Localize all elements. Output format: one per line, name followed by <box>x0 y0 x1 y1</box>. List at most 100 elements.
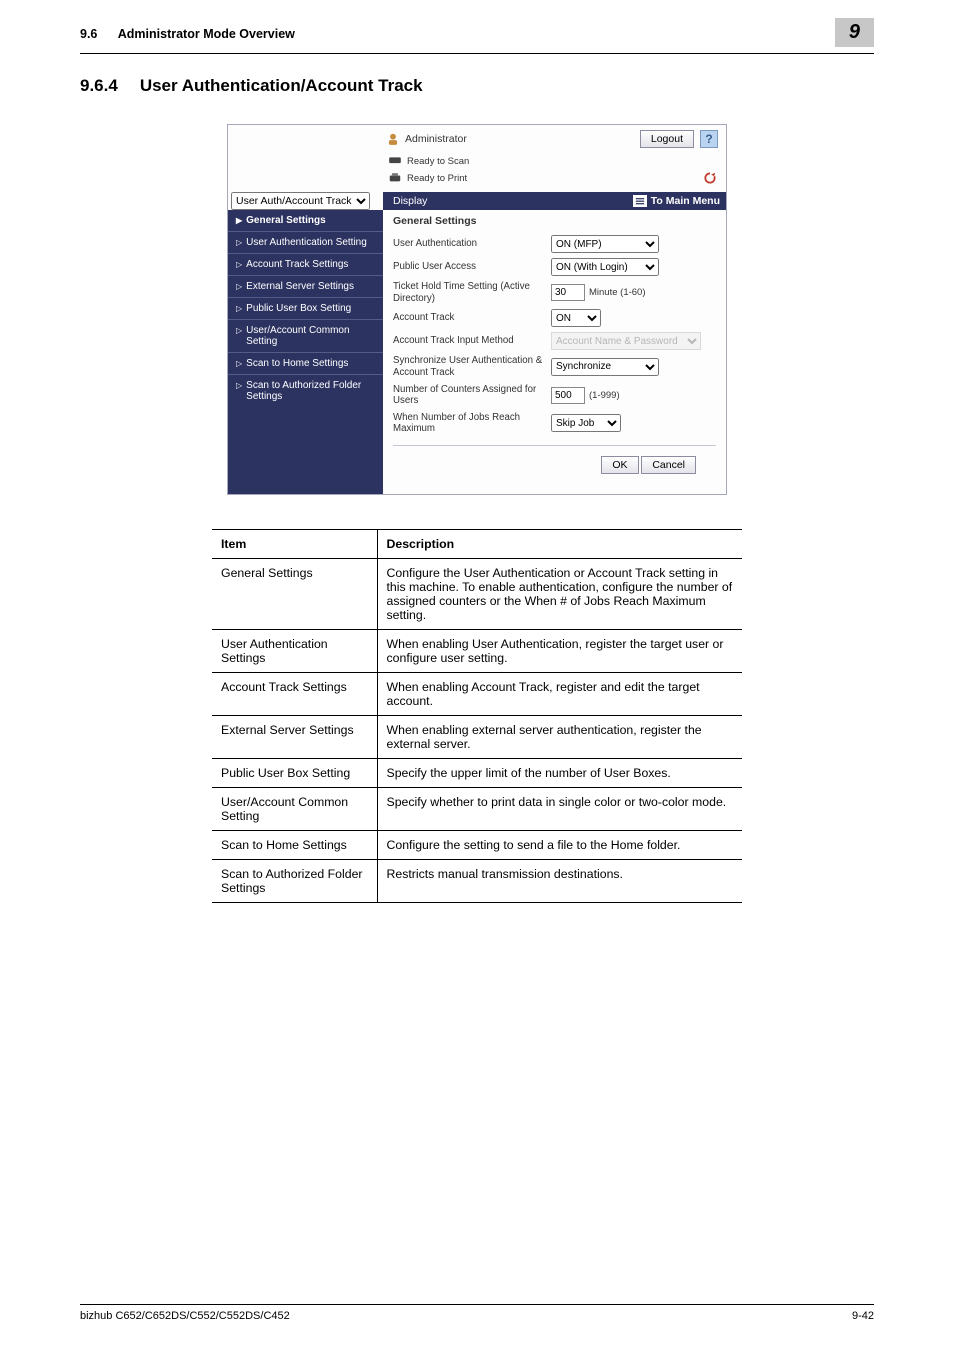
select-publicuser[interactable]: ON (With Login) <box>551 258 659 276</box>
sidebar-item-label: User Authentication Setting <box>246 237 367 248</box>
table-row: Account Track SettingsWhen enabling Acco… <box>212 673 742 716</box>
ok-button[interactable]: OK <box>601 456 638 474</box>
cell-item: Scan to Home Settings <box>212 831 377 860</box>
sidebar-item-publicbox[interactable]: ▷ Public User Box Setting <box>228 297 383 319</box>
table-row: Scan to Authorized Folder SettingsRestri… <box>212 860 742 903</box>
table-row: General SettingsConfigure the User Authe… <box>212 559 742 630</box>
ready-print-text: Ready to Print <box>407 173 467 184</box>
sidebar-item-scanauth[interactable]: ▷ Scan to Authorized Folder Settings <box>228 374 383 407</box>
table-row: External Server SettingsWhen enabling ex… <box>212 716 742 759</box>
status-area: Ready to Scan Ready to Print <box>228 153 726 192</box>
sidebar-item-label: Scan to Home Settings <box>246 358 348 369</box>
footer-model: bizhub C652/C652DS/C552/C552DS/C452 <box>80 1310 290 1322</box>
triangle-icon: ▷ <box>236 304 242 313</box>
cell-item: Public User Box Setting <box>212 759 377 788</box>
select-accttrack[interactable]: ON <box>551 309 601 327</box>
table-row: User Authentication SettingsWhen enablin… <box>212 630 742 673</box>
label-publicuser: Public User Access <box>393 261 543 273</box>
sidebar-item-extserver[interactable]: ▷External Server Settings <box>228 275 383 297</box>
cell-desc: When enabling User Authentication, regis… <box>377 630 742 673</box>
sidebar-item-label: Account Track Settings <box>246 259 348 270</box>
label-tickethold: Ticket Hold Time Setting (Active Directo… <box>393 281 543 304</box>
main-menu-icon <box>633 195 647 207</box>
cell-desc: Configure the setting to send a file to … <box>377 831 742 860</box>
select-userauth[interactable]: ON (MFP) <box>551 235 659 253</box>
cancel-button[interactable]: Cancel <box>641 456 696 474</box>
sidebar-item-label: General Settings <box>246 215 325 226</box>
label-counters: Number of Counters Assigned for Users <box>393 384 543 407</box>
cell-desc: Configure the User Authentication or Acc… <box>377 559 742 630</box>
help-button[interactable]: ? <box>700 130 718 148</box>
row-acctinput: Account Track Input Method Account Name … <box>393 332 716 350</box>
select-sync[interactable]: Synchronize <box>551 358 659 376</box>
scan-icon <box>388 155 402 167</box>
cell-item: General Settings <box>212 559 377 630</box>
cell-item: External Server Settings <box>212 716 377 759</box>
logout-button[interactable]: Logout <box>640 130 694 148</box>
row-maxjobs: When Number of Jobs Reach Maximum Skip J… <box>393 412 716 435</box>
cell-desc: When enabling Account Track, register an… <box>377 673 742 716</box>
triangle-icon: ▷ <box>236 238 242 247</box>
cell-item: User Authentication Settings <box>212 630 377 673</box>
cell-item: Scan to Authorized Folder Settings <box>212 860 377 903</box>
footer-page: 9-42 <box>852 1310 874 1322</box>
sidebar-item-label: User/Account Common Setting <box>246 325 377 347</box>
tab-select[interactable]: User Auth/Account Track <box>231 192 370 210</box>
status-print: Ready to Print <box>388 170 718 186</box>
sidebar-item-account[interactable]: ▷Account Track Settings <box>228 253 383 275</box>
table-header-row: Item Description <box>212 530 742 559</box>
label-acctinput: Account Track Input Method <box>393 335 543 347</box>
section-number: 9.6.4 <box>80 76 118 96</box>
sidebar-item-userauth[interactable]: ▷ User Authentication Setting <box>228 231 383 253</box>
content-pane: General Settings User Authentication ON … <box>383 210 726 494</box>
row-accttrack: Account Track ON <box>393 309 716 327</box>
row-counters: Number of Counters Assigned for Users (1… <box>393 384 716 407</box>
row-publicuser: Public User Access ON (With Login) <box>393 258 716 276</box>
cell-desc: Specify the upper limit of the number of… <box>377 759 742 788</box>
input-counters[interactable] <box>551 387 585 404</box>
select-maxjobs[interactable]: Skip Job <box>551 414 621 432</box>
main-menu-text: To Main Menu <box>651 195 720 207</box>
triangle-icon: ▷ <box>236 326 242 335</box>
input-tickethold[interactable] <box>551 284 585 301</box>
sidebar-item-label: Public User Box Setting <box>246 303 351 314</box>
sidebar-item-scanhome[interactable]: ▷Scan to Home Settings <box>228 352 383 374</box>
sidebar: ▶ General Settings ▷ User Authentication S… <box>228 210 383 494</box>
refresh-button[interactable] <box>702 170 718 186</box>
sidebar-item-label: Scan to Authorized Folder Settings <box>246 380 377 402</box>
th-item: Item <box>212 530 377 559</box>
status-scan: Ready to Scan <box>388 155 718 167</box>
header-section-title: Administrator Mode Overview <box>118 27 295 41</box>
main-menu-button[interactable]: To Main Menu <box>627 192 726 210</box>
page-footer: bizhub C652/C652DS/C552/C552DS/C452 9-42 <box>80 1304 874 1322</box>
section-heading: 9.6.4 User Authentication/Account Track <box>80 76 874 96</box>
label-sync: Synchronize User Authentication & Accoun… <box>393 355 543 378</box>
print-icon <box>388 172 402 184</box>
select-acctinput: Account Name & Password <box>551 332 701 350</box>
triangle-icon: ▶ <box>236 216 242 225</box>
sidebar-item-label: External Server Settings <box>246 281 354 292</box>
table-row: Scan to Home SettingsConfigure the setti… <box>212 831 742 860</box>
ready-scan-text: Ready to Scan <box>407 156 469 167</box>
triangle-icon: ▷ <box>236 381 242 390</box>
sidebar-item-common[interactable]: ▷ User/Account Common Setting <box>228 319 383 352</box>
admin-icon <box>386 132 400 146</box>
button-row: OK Cancel <box>393 445 716 484</box>
section-title-text: User Authentication/Account Track <box>140 76 423 96</box>
admin-screenshot: Administrator Logout ? Ready to Scan Rea… <box>227 124 727 495</box>
table-row: Public User Box SettingSpecify the upper… <box>212 759 742 788</box>
content-heading: General Settings <box>393 215 716 227</box>
cell-desc: Specify whether to print data in single … <box>377 788 742 831</box>
row-tickethold: Ticket Hold Time Setting (Active Directo… <box>393 281 716 304</box>
th-desc: Description <box>377 530 742 559</box>
sidebar-item-general[interactable]: ▶ General Settings <box>228 210 383 231</box>
label-accttrack: Account Track <box>393 312 543 324</box>
top-bar: Administrator Logout ? <box>228 125 726 153</box>
chapter-badge: 9 <box>835 18 874 47</box>
row-sync: Synchronize User Authentication & Accoun… <box>393 355 716 378</box>
cell-desc: When enabling external server authentica… <box>377 716 742 759</box>
logout-group: Logout ? <box>640 130 718 148</box>
label-userauth: User Authentication <box>393 238 543 250</box>
description-table: Item Description General SettingsConfigu… <box>212 529 742 903</box>
display-button[interactable]: Display <box>383 192 627 210</box>
